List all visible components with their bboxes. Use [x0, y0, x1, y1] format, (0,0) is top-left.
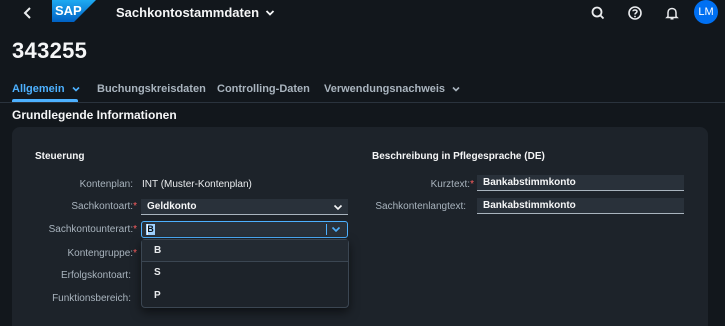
chevron-down-icon: [452, 86, 460, 92]
tab-bar: Allgemein Buchungskreisdaten Controlling…: [0, 76, 725, 103]
tab-verwendungsnachweis[interactable]: Verwendungsnachweis: [324, 80, 461, 98]
kurztext-input[interactable]: Bankabstimmkonto: [477, 175, 684, 191]
tab-allgemein[interactable]: Allgemein: [12, 80, 81, 98]
tab-label: Controlling-Daten: [217, 83, 310, 95]
shell-bar: SAP Sachkontostammdaten LM: [0, 0, 725, 28]
label-funktionsbereich: Funktionsbereich:: [52, 293, 131, 304]
label-kontengruppe: Kontengruppe:*: [67, 248, 137, 259]
dropdown-option[interactable]: P: [142, 285, 348, 307]
section-title: Grundlegende Informationen: [12, 108, 177, 122]
chevron-down-icon: [72, 86, 80, 92]
group-title-beschreibung: Beschreibung in Pflegesprache (DE): [372, 151, 545, 162]
sachkontounterart-combobox[interactable]: B: [141, 221, 348, 238]
label-sachkontounterart: Sachkontounterart:*: [48, 224, 137, 235]
sachkontoart-select[interactable]: Geldkonto: [141, 199, 348, 215]
sap-logo-text: SAP: [55, 3, 82, 18]
tab-label: Buchungskreisdaten: [97, 83, 206, 95]
search-icon[interactable]: [589, 4, 607, 22]
active-tab-indicator: [12, 99, 78, 102]
sachkontoart-value: Geldkonto: [147, 201, 197, 212]
tab-controlling-daten[interactable]: Controlling-Daten: [217, 80, 310, 98]
text-cursor: [147, 224, 148, 235]
page-title: 343255: [12, 38, 88, 63]
app-title: Sachkontostammdaten: [116, 5, 260, 20]
label-sachkontenlangtext: Sachkontenlangtext:: [375, 201, 466, 212]
avatar[interactable]: LM: [694, 0, 718, 24]
tab-label: Verwendungsnachweis: [324, 83, 446, 95]
back-icon[interactable]: [20, 3, 36, 23]
notification-bell-icon[interactable]: [663, 4, 681, 22]
label-kontenplan: Kontenplan:: [79, 179, 133, 190]
chevron-down-icon[interactable]: [328, 222, 344, 237]
combobox-divider: [326, 224, 327, 235]
dropdown-option[interactable]: S: [142, 262, 348, 284]
chevron-down-icon: [265, 10, 275, 16]
tab-buchungskreisdaten[interactable]: Buchungskreisdaten: [97, 80, 206, 98]
sachkontenlangtext-input[interactable]: Bankabstimmkonto: [477, 198, 684, 214]
help-icon[interactable]: [626, 4, 644, 22]
label-erfolgskontoart: Erfolgskontoart:: [60, 270, 131, 281]
app-title-menu[interactable]: Sachkontostammdaten: [116, 4, 275, 22]
label-kurztext: Kurztext:*: [430, 179, 474, 190]
chevron-down-icon: [333, 204, 343, 211]
sachkontounterart-dropdown-list: B S P: [141, 239, 349, 308]
sap-logo[interactable]: SAP: [52, 0, 96, 22]
group-title-steuerung: Steuerung: [35, 151, 85, 162]
value-kontenplan: INT (Muster-Kontenplan): [142, 179, 252, 190]
label-sachkontoart: Sachkontoart:*: [71, 201, 137, 212]
tab-label: Allgemein: [12, 83, 65, 95]
dropdown-option[interactable]: B: [142, 240, 348, 262]
